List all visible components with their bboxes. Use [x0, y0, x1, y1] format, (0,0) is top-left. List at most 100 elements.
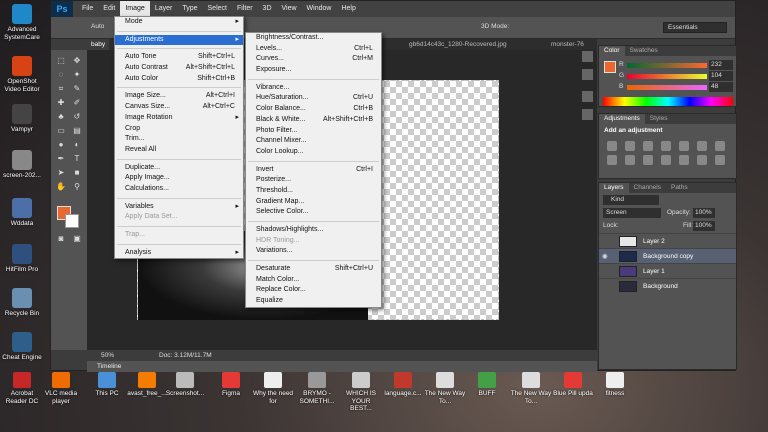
menu-view[interactable]: View [277, 1, 302, 17]
red-value[interactable]: 232 [709, 60, 733, 70]
adjust-menu-photo-filter[interactable]: Photo Filter... [246, 126, 381, 137]
shape-tool-icon[interactable]: ■ [71, 168, 83, 178]
adjust-menu-curves[interactable]: Curves... Ctrl+M [246, 54, 381, 65]
adjust-menu-exposure[interactable]: Exposure... [246, 65, 381, 76]
desktop-icon-acrobat-reader-dc[interactable]: Acrobat Reader DC [1, 372, 43, 405]
blur-tool-icon[interactable]: ● [55, 140, 67, 150]
desktop-icon-why-the-need-for[interactable]: Why the need for [252, 372, 294, 405]
gradient-tool-icon[interactable]: ▤ [71, 126, 83, 136]
layer-name[interactable]: Background [643, 279, 678, 294]
desktop-icon-wddata[interactable]: Wddata [0, 198, 44, 228]
adjust-menu-shadows-highlights[interactable]: Shadows/Highlights... [246, 225, 381, 236]
adjust-menu-replace-color[interactable]: Replace Color... [246, 285, 381, 296]
image-menu-trim[interactable]: Trim... [115, 134, 243, 145]
photo-filter-icon[interactable] [625, 155, 635, 165]
paragraph-panel-icon[interactable] [582, 109, 593, 120]
visibility-eye-icon[interactable]: ◉ [602, 249, 610, 264]
blue-slider[interactable]: B 48 [599, 82, 738, 93]
exposure-icon[interactable] [661, 141, 671, 151]
posterize-icon[interactable] [697, 155, 707, 165]
image-menu-duplicate[interactable]: Duplicate... [115, 163, 243, 174]
image-menu-reveal-all[interactable]: Reveal All [115, 145, 243, 156]
menu-select[interactable]: Select [203, 1, 232, 17]
adjust-menu-black-white[interactable]: Black & White... Alt+Shift+Ctrl+B [246, 115, 381, 126]
invert-icon[interactable] [679, 155, 689, 165]
workspace-select[interactable]: Essentials [663, 22, 727, 33]
menu-edit[interactable]: Edit [98, 1, 120, 17]
brush-tool-icon[interactable]: ✐ [71, 98, 83, 108]
image-menu-canvas-size[interactable]: Canvas Size... Alt+Ctrl+C [115, 102, 243, 113]
healing-brush-icon[interactable]: ✚ [55, 98, 67, 108]
image-menu-image-rotation[interactable]: Image Rotation ▸ [115, 113, 243, 124]
character-panel-icon[interactable] [582, 91, 593, 102]
desktop-icon-screenshot[interactable]: Screenshot... [164, 372, 206, 398]
menu-3d[interactable]: 3D [258, 1, 277, 17]
color-balance-icon[interactable] [715, 141, 725, 151]
desktop-icon-language-c[interactable]: language.c... [382, 372, 424, 398]
menu-layer[interactable]: Layer [150, 1, 178, 17]
image-menu-image-size[interactable]: Image Size... Alt+Ctrl+I [115, 91, 243, 102]
history-brush-icon[interactable]: ↺ [71, 112, 83, 122]
adjust-menu-equalize[interactable]: Equalize [246, 296, 381, 307]
fill-input[interactable]: 100% [693, 221, 715, 231]
zoom-level[interactable]: 50% [101, 352, 114, 359]
tab-color[interactable]: Color [599, 46, 625, 56]
properties-panel-icon[interactable] [582, 69, 593, 80]
hue-saturation-icon[interactable] [697, 141, 707, 151]
adjust-menu-threshold[interactable]: Threshold... [246, 186, 381, 197]
adjust-menu-selective-color[interactable]: Selective Color... [246, 207, 381, 218]
layer-filter-kind[interactable]: Kind [603, 195, 659, 205]
lasso-tool-icon[interactable]: ◌ [55, 70, 67, 80]
desktop-icon-buff[interactable]: BUFF [466, 372, 508, 398]
menu-type[interactable]: Type [177, 1, 202, 17]
menu-help[interactable]: Help [336, 1, 360, 17]
layer-row[interactable]: ◉ Background copy [599, 248, 736, 263]
magic-wand-icon[interactable]: ✦ [71, 70, 83, 80]
green-slider[interactable]: G 104 [599, 71, 738, 82]
brightness-icon[interactable] [607, 141, 617, 151]
desktop-icon-vampyr[interactable]: Vampyr [0, 104, 44, 134]
type-tool-icon[interactable]: T [71, 154, 83, 164]
image-menu-auto-color[interactable]: Auto Color Shift+Ctrl+B [115, 74, 243, 85]
desktop-icon-which-is-your-best[interactable]: WHICH IS YOUR BEST... [340, 372, 382, 413]
adjust-menu-color-lookup[interactable]: Color Lookup... [246, 147, 381, 158]
eyedropper-icon[interactable]: ✎ [71, 84, 83, 94]
green-value[interactable]: 104 [709, 71, 733, 81]
move-tool-icon[interactable]: ✥ [71, 56, 83, 66]
blend-mode-select[interactable]: Screen [603, 208, 661, 218]
adjust-menu-brightness-contrast[interactable]: Brightness/Contrast... [246, 33, 381, 44]
tab-styles[interactable]: Styles [645, 114, 673, 124]
doc-tab-baby[interactable]: baby [87, 39, 110, 50]
tab-paths[interactable]: Paths [666, 183, 693, 193]
dodge-tool-icon[interactable]: ◐ [71, 140, 83, 150]
adjust-menu-levels[interactable]: Levels... Ctrl+L [246, 44, 381, 55]
adjust-menu-invert[interactable]: Invert Ctrl+I [246, 165, 381, 176]
auto-select-label[interactable]: Auto [91, 23, 104, 30]
menu-window[interactable]: Window [302, 1, 337, 17]
timeline-bar[interactable]: Timeline [87, 361, 597, 372]
quick-mask-icon[interactable]: ◙ [55, 234, 67, 244]
desktop-icon-advanced-systemcare[interactable]: Advanced SystemCare [0, 4, 44, 41]
black-white-icon[interactable] [607, 155, 617, 165]
desktop-icon-openshot-video-editor[interactable]: OpenShot Video Editor [0, 56, 44, 93]
threshold-icon[interactable] [715, 155, 725, 165]
image-menu-adjustments[interactable]: Adjustments ▸ [115, 34, 243, 46]
desktop-icon-brymo-somethi[interactable]: BRYMO - SOMETHI... [296, 372, 338, 405]
desktop-icon-screen-202[interactable]: screen-202... [0, 150, 44, 180]
layer-row[interactable]: Layer 2 [599, 233, 736, 248]
color-spectrum-ramp[interactable] [603, 97, 733, 106]
channel-mixer-icon[interactable] [643, 155, 653, 165]
adjust-menu-vibrance[interactable]: Vibrance... [246, 83, 381, 94]
curves-icon[interactable] [643, 141, 653, 151]
pen-tool-icon[interactable]: ✒ [55, 154, 67, 164]
image-menu-apply-image[interactable]: Apply Image... [115, 173, 243, 184]
image-menu-calculations[interactable]: Calculations... [115, 184, 243, 195]
zoom-tool-icon[interactable]: ⚲ [71, 182, 83, 192]
adjust-menu-posterize[interactable]: Posterize... [246, 175, 381, 186]
path-select-icon[interactable]: ➤ [55, 168, 67, 178]
image-menu-auto-tone[interactable]: Auto Tone Shift+Ctrl+L [115, 52, 243, 63]
hand-tool-icon[interactable]: ✋ [55, 182, 67, 192]
image-menu-analysis[interactable]: Analysis ▸ [115, 248, 243, 259]
image-menu-crop[interactable]: Crop [115, 124, 243, 135]
history-panel-icon[interactable] [582, 51, 593, 62]
